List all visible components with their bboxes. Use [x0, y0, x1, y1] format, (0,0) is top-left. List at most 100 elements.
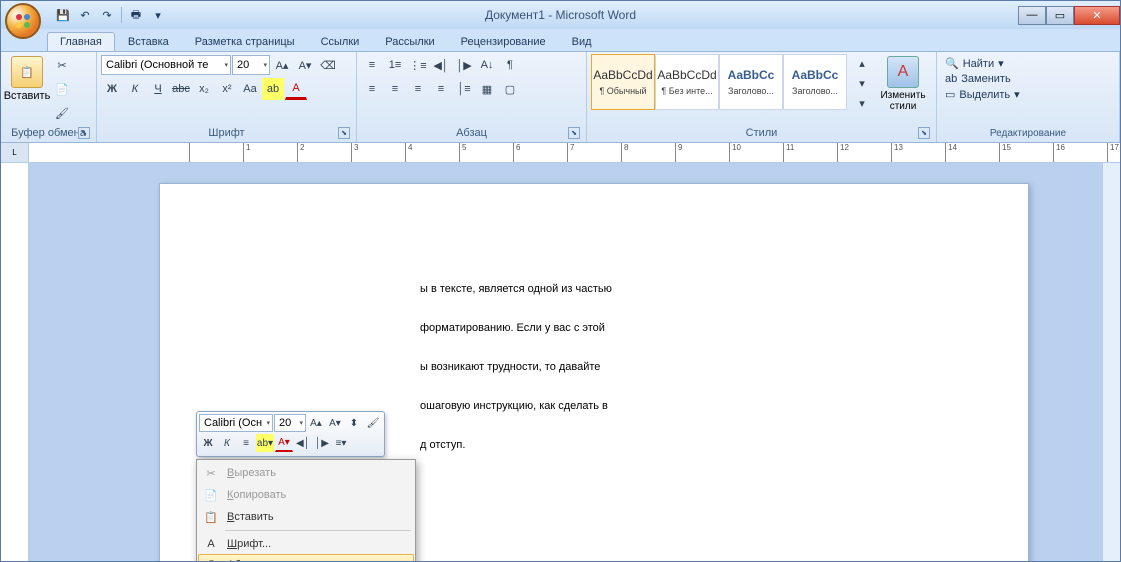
align-center[interactable]: ≡ [384, 78, 406, 100]
vertical-scrollbar[interactable] [1102, 163, 1120, 561]
style-normal[interactable]: AaBbCcDd¶ Обычный [591, 54, 655, 110]
style-no-spacing[interactable]: AaBbCcDd¶ Без инте... [655, 54, 719, 110]
styles-row-down[interactable]: ▾ [851, 74, 873, 92]
font-launcher[interactable]: ⬊ [338, 127, 350, 139]
context-menu-label: Шрифт... [227, 538, 271, 550]
change-styles[interactable]: A Изменить стили [875, 54, 931, 114]
tab-references[interactable]: Ссылки [308, 32, 373, 51]
mini-center[interactable]: ≡ [237, 434, 255, 452]
format-painter[interactable]: 🖌 [51, 102, 73, 124]
vertical-ruler[interactable] [1, 163, 29, 561]
font-name-combo[interactable]: Calibri (Основной те▾ [101, 55, 231, 75]
underline-button[interactable]: Ч [147, 78, 169, 100]
change-case[interactable]: Aa [239, 78, 261, 100]
numbering-button[interactable]: 1≡ [384, 54, 406, 76]
highlight-button[interactable]: ab [262, 78, 284, 100]
ruler-corner[interactable]: L [1, 143, 29, 162]
borders-button[interactable]: ▢ [499, 78, 521, 100]
context-menu-item[interactable]: AШрифт... [199, 533, 413, 555]
align-left[interactable]: ≡ [361, 78, 383, 100]
paste-icon: 📋 [11, 56, 43, 88]
tab-mailings[interactable]: Рассылки [372, 32, 447, 51]
qat-print[interactable]: 🖶 [126, 5, 146, 25]
context-menu-item: 📄Копировать [199, 484, 413, 506]
mini-painter[interactable]: 🖌 [364, 414, 382, 432]
find-button[interactable]: 🔍Найти ▾ [943, 56, 1022, 71]
qat-undo[interactable]: ↶ [75, 5, 95, 25]
line-spacing[interactable]: │≡ [453, 78, 475, 100]
mini-toolbar: Calibri (Осн▾ 20▾ A▴ A▾ ⬍ 🖌 Ж К ≡ ab▾ A▾… [196, 411, 385, 457]
tab-layout[interactable]: Разметка страницы [182, 32, 308, 51]
style-heading1[interactable]: AaBbCcЗаголово... [719, 54, 783, 110]
shading-button[interactable]: ▦ [476, 78, 498, 100]
sort-button[interactable]: A↓ [476, 54, 498, 76]
mini-italic[interactable]: К [218, 434, 236, 452]
tab-review[interactable]: Рецензирование [448, 32, 559, 51]
copy-button[interactable]: 📄 [51, 78, 73, 100]
mini-bold[interactable]: Ж [199, 434, 217, 452]
align-right[interactable]: ≡ [407, 78, 429, 100]
change-styles-icon: A [887, 56, 919, 88]
select-button[interactable]: ▭Выделить ▾ [943, 87, 1022, 102]
mini-highlight[interactable]: ab▾ [256, 434, 274, 452]
increase-indent[interactable]: │▶ [453, 54, 475, 76]
mini-color[interactable]: A▾ [275, 434, 293, 452]
bullets-button[interactable]: ≡ [361, 54, 383, 76]
styles-launcher[interactable]: ⬊ [918, 127, 930, 139]
context-menu-item[interactable]: ¶Абзац... [198, 554, 414, 561]
strike-button[interactable]: abc [170, 78, 192, 100]
replace-button[interactable]: abЗаменить [943, 72, 1022, 86]
font-size-combo[interactable]: 20▾ [232, 55, 270, 75]
horizontal-ruler[interactable]: 1234567891011121314151617 [29, 143, 1120, 162]
clipboard-label: Буфер обмена⬊ [5, 126, 92, 140]
mini-dedent[interactable]: ◀│ [294, 434, 312, 452]
qat-save[interactable]: 💾 [53, 5, 73, 25]
grow-font[interactable]: A▴ [271, 54, 293, 76]
close-button[interactable]: ✕ [1074, 6, 1120, 25]
context-menu-icon: ¶ [201, 556, 221, 561]
mini-font-combo[interactable]: Calibri (Осн▾ [199, 414, 273, 432]
office-button[interactable] [5, 3, 41, 39]
shrink-font[interactable]: A▾ [294, 54, 316, 76]
mini-bullets[interactable]: ≡▾ [332, 434, 350, 452]
mini-styles[interactable]: ⬍ [345, 414, 363, 432]
tab-view[interactable]: Вид [559, 32, 605, 51]
subscript-button[interactable]: x₂ [193, 78, 215, 100]
context-menu-label: Вставить [227, 511, 274, 523]
clear-format[interactable]: ⌫ [317, 54, 339, 76]
paragraph-launcher[interactable]: ⬊ [568, 127, 580, 139]
superscript-button[interactable]: x² [216, 78, 238, 100]
qat-redo[interactable]: ↷ [97, 5, 117, 25]
multilevel-button[interactable]: ⋮≡ [407, 54, 429, 76]
clipboard-launcher[interactable]: ⬊ [78, 127, 90, 139]
mini-size-combo[interactable]: 20▾ [274, 414, 306, 432]
workspace: ы в тексте, является одной из частью фор… [1, 163, 1120, 561]
group-font: Calibri (Основной те▾ 20▾ A▴ A▾ ⌫ Ж К Ч … [97, 52, 357, 142]
align-justify[interactable]: ≡ [430, 78, 452, 100]
minimize-button[interactable]: — [1018, 6, 1046, 25]
qat-customize[interactable]: ▾ [148, 5, 168, 25]
qat-sep [121, 7, 122, 23]
bold-button[interactable]: Ж [101, 78, 123, 100]
mini-indent[interactable]: │▶ [313, 434, 331, 452]
style-heading2[interactable]: AaBbCcЗаголово... [783, 54, 847, 110]
context-menu-icon: 📋 [201, 508, 221, 526]
page-area: ы в тексте, является одной из частью фор… [29, 163, 1120, 561]
styles-more[interactable]: ▾ [851, 94, 873, 112]
cut-button[interactable]: ✂ [51, 54, 73, 76]
editing-label: Редактирование [941, 127, 1115, 140]
mini-shrink[interactable]: A▾ [326, 414, 344, 432]
font-color-button[interactable]: A [285, 78, 307, 100]
paste-button[interactable]: 📋 Вставить [5, 54, 49, 104]
tab-home[interactable]: Главная [47, 32, 115, 51]
tab-insert[interactable]: Вставка [115, 32, 182, 51]
window-controls: — ▭ ✕ [1018, 6, 1120, 25]
decrease-indent[interactable]: ◀│ [430, 54, 452, 76]
context-menu-icon: ✂ [201, 464, 221, 482]
mini-grow[interactable]: A▴ [307, 414, 325, 432]
maximize-button[interactable]: ▭ [1046, 6, 1074, 25]
show-marks[interactable]: ¶ [499, 54, 521, 76]
context-menu-item[interactable]: 📋 Вставить [199, 506, 413, 528]
styles-row-up[interactable]: ▴ [851, 54, 873, 72]
italic-button[interactable]: К [124, 78, 146, 100]
